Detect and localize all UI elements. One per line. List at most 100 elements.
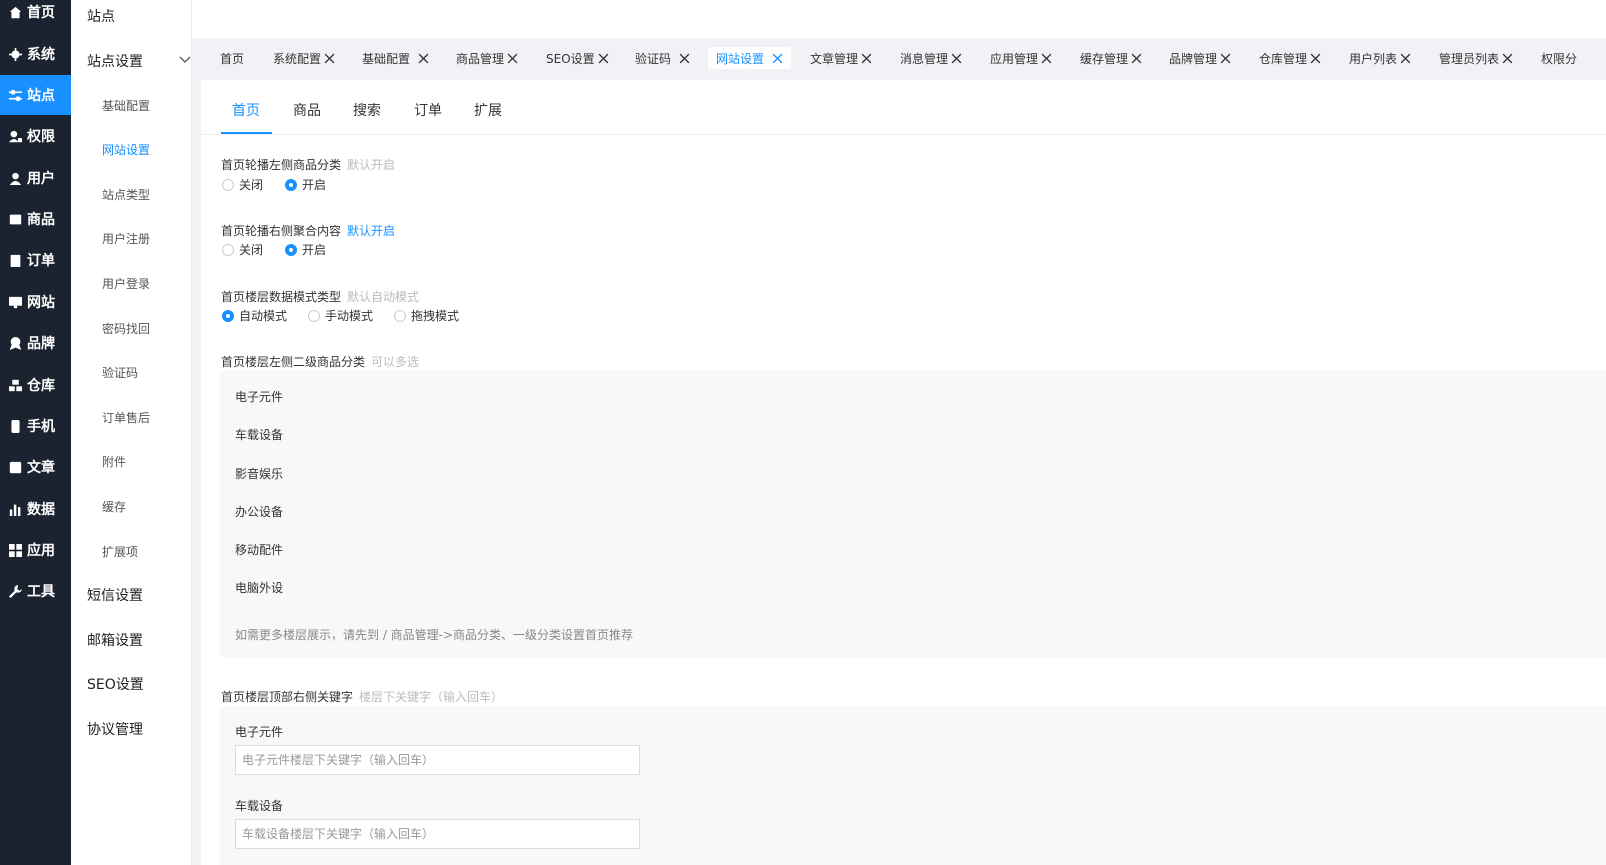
subnav-item-cache[interactable]: 缓存 xyxy=(102,498,126,515)
close-icon[interactable] xyxy=(1041,53,1052,64)
close-icon[interactable] xyxy=(951,53,962,64)
subtab-search[interactable]: 搜索 xyxy=(353,100,381,120)
nav-label: 首页 xyxy=(27,5,55,21)
tab-captcha[interactable]: 验证码 xyxy=(635,47,690,69)
keyword-input-electronics[interactable] xyxy=(235,745,640,775)
nav-item-apps[interactable]: 应用 xyxy=(0,530,71,570)
category-option[interactable]: 移动配件 xyxy=(235,541,283,558)
label-text: 首页楼层顶部右侧关键字 xyxy=(221,690,354,704)
radio-carousel-right-on[interactable]: 开启 xyxy=(285,241,326,258)
tab-goods-manage[interactable]: 商品管理 xyxy=(456,47,518,69)
close-icon[interactable] xyxy=(1310,53,1321,64)
radio-label: 拖拽模式 xyxy=(411,309,460,323)
tab-label: 首页 xyxy=(220,51,245,66)
nav-item-article[interactable]: 文章 xyxy=(0,447,71,487)
tab-seo-settings[interactable]: SEO设置 xyxy=(546,47,609,69)
subnav-group-sms[interactable]: 短信设置 xyxy=(87,585,187,605)
subtab-extension[interactable]: 扩展 xyxy=(474,100,502,120)
close-icon[interactable] xyxy=(1400,53,1411,64)
nav-label: 手机 xyxy=(27,419,55,435)
close-icon[interactable] xyxy=(861,53,872,64)
radio-floor-mode-drag[interactable]: 拖拽模式 xyxy=(394,307,459,324)
close-icon[interactable] xyxy=(1131,53,1142,64)
nav-item-user[interactable]: 用户 xyxy=(0,158,71,198)
nav-item-order[interactable]: 订单 xyxy=(0,240,71,280)
tab-admin-list[interactable]: 管理员列表 xyxy=(1439,47,1513,69)
nav-item-warehouse[interactable]: 仓库 xyxy=(0,365,71,405)
subtab-goods[interactable]: 商品 xyxy=(293,100,321,120)
subtab-home[interactable]: 首页 xyxy=(232,100,260,120)
tab-label: 系统配置 xyxy=(273,51,322,66)
subnav-item-basic[interactable]: 基础配置 xyxy=(102,97,150,114)
nav-item-home[interactable]: 首页 xyxy=(0,0,71,32)
subnav-item-register[interactable]: 用户注册 xyxy=(102,230,150,247)
radio-floor-mode-manual[interactable]: 手动模式 xyxy=(308,307,373,324)
category-select-panel: 电子元件 车载设备 影音娱乐 办公设备 移动配件 电脑外设 如需更多楼层展示，请… xyxy=(220,370,1606,657)
home-icon xyxy=(9,6,22,19)
radio-label: 关闭 xyxy=(239,243,264,257)
nav-item-website[interactable]: 网站 xyxy=(0,282,71,322)
tab-label: 权限分 xyxy=(1541,51,1578,66)
nav-item-data[interactable]: 数据 xyxy=(0,489,71,529)
tab-label: 文章管理 xyxy=(810,51,859,66)
close-icon[interactable] xyxy=(772,53,783,64)
nav-item-site[interactable]: 站点 xyxy=(0,75,71,115)
subnav-item-extension[interactable]: 扩展项 xyxy=(102,543,138,560)
tab-app-manage[interactable]: 应用管理 xyxy=(990,47,1052,69)
field-hint: 默认开启 xyxy=(347,224,396,238)
subnav-item-login[interactable]: 用户登录 xyxy=(102,275,150,292)
close-icon[interactable] xyxy=(1502,53,1513,64)
category-option[interactable]: 办公设备 xyxy=(235,503,283,520)
subnav-item-captcha[interactable]: 验证码 xyxy=(102,364,138,381)
tab-basic-config[interactable]: 基础配置 xyxy=(362,47,429,69)
tab-website-settings[interactable]: 网站设置 xyxy=(708,47,792,69)
subnav-item-password[interactable]: 密码找回 xyxy=(102,320,150,337)
close-icon[interactable] xyxy=(598,53,609,64)
subnav-item-aftersale[interactable]: 订单售后 xyxy=(102,409,150,426)
subnav-item-website-settings[interactable]: 网站设置 xyxy=(102,141,150,158)
radio-carousel-left-on[interactable]: 开启 xyxy=(285,176,326,193)
top-bar xyxy=(192,0,1606,38)
category-option[interactable]: 影音娱乐 xyxy=(235,465,283,482)
category-option[interactable]: 车载设备 xyxy=(235,426,283,443)
tab-article-manage[interactable]: 文章管理 xyxy=(810,47,872,69)
keyword-input-vehicle[interactable] xyxy=(235,819,640,849)
subnav-group-site-settings[interactable]: 站点设置 xyxy=(87,51,191,71)
tab-warehouse-manage[interactable]: 仓库管理 xyxy=(1259,47,1321,69)
radio-floor-mode-auto[interactable]: 自动模式 xyxy=(222,307,287,324)
close-icon[interactable] xyxy=(679,53,690,64)
tab-user-list[interactable]: 用户列表 xyxy=(1349,47,1411,69)
tab-home[interactable]: 首页 xyxy=(220,47,244,69)
subnav-group-email[interactable]: 邮箱设置 xyxy=(87,630,187,650)
nav-item-goods[interactable]: 商品 xyxy=(0,199,71,239)
nav-item-mobile[interactable]: 手机 xyxy=(0,406,71,446)
category-option[interactable]: 电子元件 xyxy=(235,388,283,405)
subnav-item-site-type[interactable]: 站点类型 xyxy=(102,186,150,203)
radio-carousel-left-off[interactable]: 关闭 xyxy=(222,176,263,193)
tab-cache-manage[interactable]: 缓存管理 xyxy=(1080,47,1142,69)
nav-item-tools[interactable]: 工具 xyxy=(0,571,71,611)
tab-permission[interactable]: 权限分 xyxy=(1541,47,1577,69)
radio-carousel-right-off[interactable]: 关闭 xyxy=(222,241,263,258)
close-icon[interactable] xyxy=(507,53,518,64)
nav-item-system[interactable]: 系统 xyxy=(0,34,71,74)
monitor-icon xyxy=(9,296,22,309)
close-icon[interactable] xyxy=(1220,53,1231,64)
nav-item-brand[interactable]: 品牌 xyxy=(0,323,71,363)
tab-brand-manage[interactable]: 品牌管理 xyxy=(1169,47,1231,69)
field-hint: 默认开启 xyxy=(347,158,396,172)
nav-item-permission[interactable]: 权限 xyxy=(0,116,71,156)
subtab-order[interactable]: 订单 xyxy=(414,100,442,120)
tab-system-config[interactable]: 系统配置 xyxy=(273,47,335,69)
subnav-group-agreement[interactable]: 协议管理 xyxy=(87,719,187,739)
radio-label: 手动模式 xyxy=(325,309,374,323)
subnav-group-seo[interactable]: SEO设置 xyxy=(87,674,187,694)
subnav-item-attachment[interactable]: 附件 xyxy=(102,453,126,470)
category-option[interactable]: 电脑外设 xyxy=(235,579,283,596)
label-text: 首页楼层数据模式类型 xyxy=(221,290,342,304)
wrench-icon xyxy=(9,584,22,598)
tab-message-manage[interactable]: 消息管理 xyxy=(900,47,962,69)
close-icon[interactable] xyxy=(418,53,429,64)
close-icon[interactable] xyxy=(324,53,335,64)
tab-label: 管理员列表 xyxy=(1439,51,1500,66)
